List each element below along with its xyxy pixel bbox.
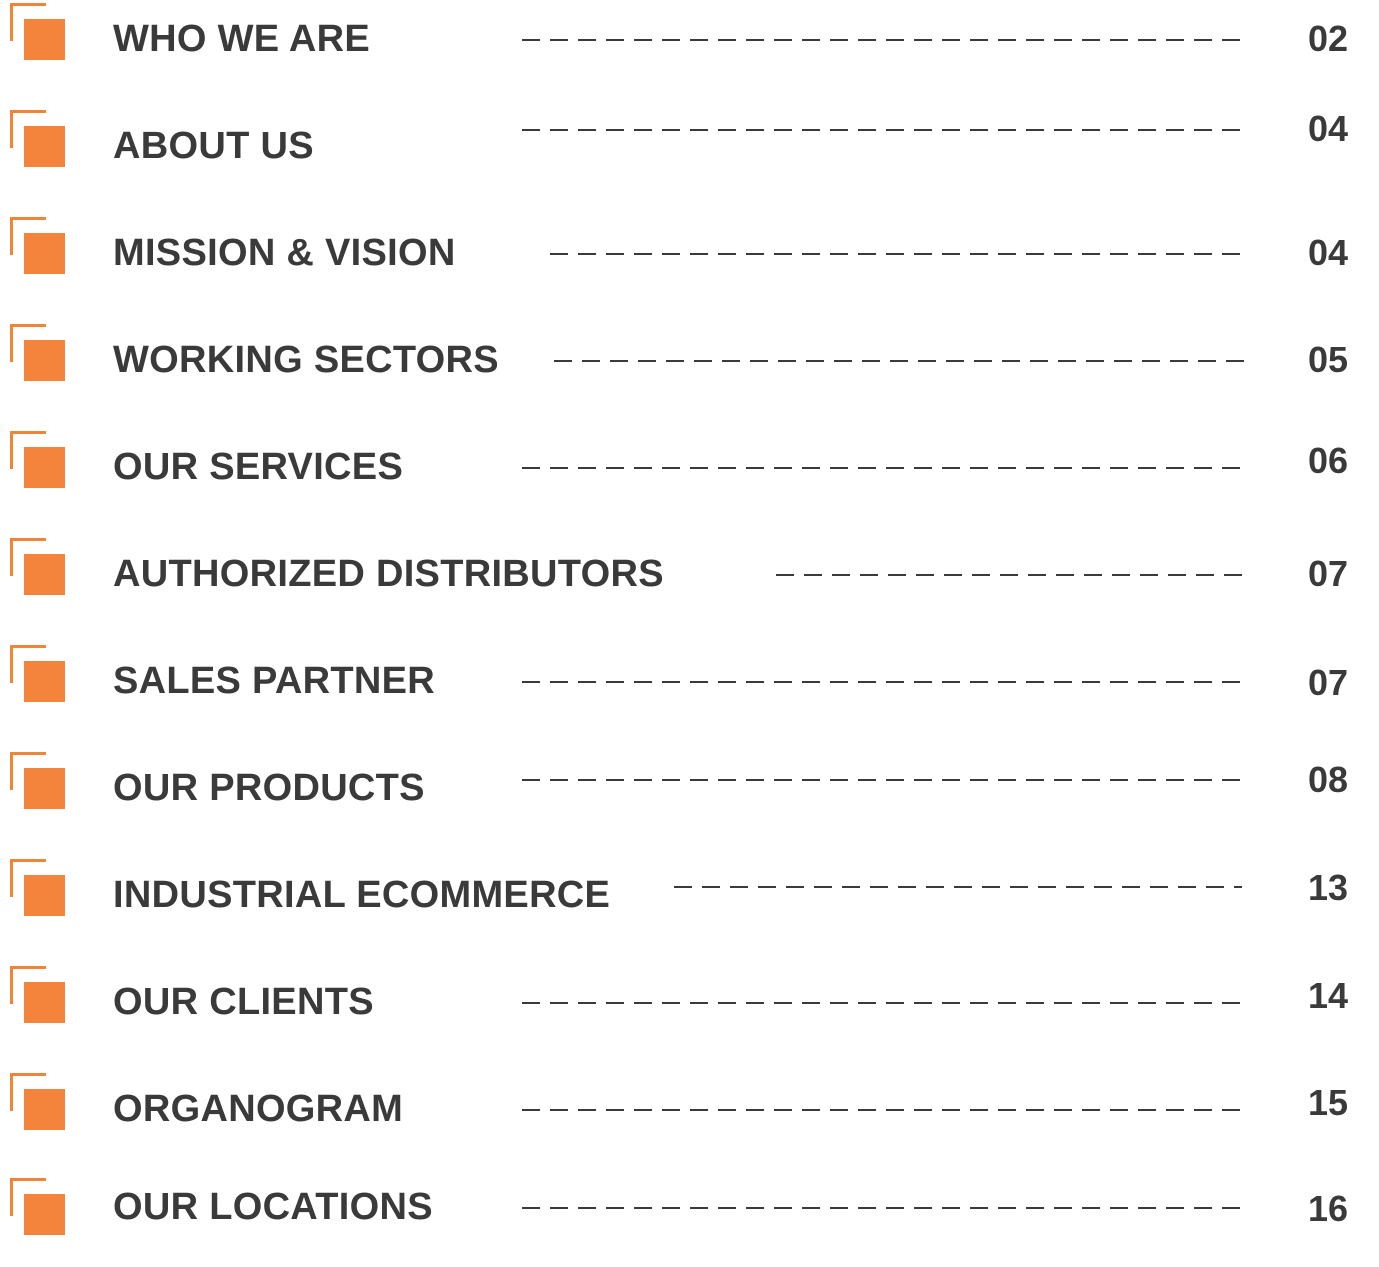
toc-item-label: INDUSTRIAL ECOMMERCE xyxy=(113,874,611,916)
orange-square-bullet-icon xyxy=(10,1178,68,1238)
toc-row-who-we-are[interactable]: WHO WE ARE 02 xyxy=(0,2,1379,109)
dotted-leader xyxy=(522,467,1246,469)
toc-item-page: 04 xyxy=(1308,232,1349,273)
toc-item-label: OUR SERVICES xyxy=(113,446,404,488)
toc-row-sales-partner[interactable]: SALES PARTNER 07 xyxy=(0,644,1379,751)
toc-row-our-locations[interactable]: OUR LOCATIONS 16 xyxy=(0,1160,1379,1267)
orange-square-bullet-icon xyxy=(10,538,68,598)
orange-square-bullet-icon xyxy=(10,966,68,1026)
orange-square-bullet-icon xyxy=(10,752,68,812)
toc-item-page: 04 xyxy=(1308,108,1349,149)
dotted-leader xyxy=(554,360,1246,362)
toc-item-label: AUTHORIZED DISTRIBUTORS xyxy=(113,553,664,595)
toc-item-label: MISSION & VISION xyxy=(113,232,456,274)
dotted-leader xyxy=(522,1002,1246,1004)
orange-square-bullet-icon xyxy=(10,110,68,170)
toc-item-page: 15 xyxy=(1308,1082,1349,1123)
toc-item-page: 13 xyxy=(1308,867,1349,908)
toc-row-our-services[interactable]: OUR SERVICES 06 xyxy=(0,430,1379,537)
dotted-leader xyxy=(776,574,1250,576)
orange-square-bullet-icon xyxy=(10,3,68,63)
orange-square-bullet-icon xyxy=(10,859,68,919)
toc-item-page: 08 xyxy=(1308,759,1349,800)
toc-item-page: 07 xyxy=(1308,662,1349,703)
toc-row-mission-vision[interactable]: MISSION & VISION 04 xyxy=(0,216,1379,323)
toc-item-label: OUR PRODUCTS xyxy=(113,767,425,809)
toc-row-our-products[interactable]: OUR PRODUCTS 08 xyxy=(0,751,1379,858)
dotted-leader xyxy=(522,1109,1246,1111)
dotted-leader xyxy=(674,886,1242,888)
toc-item-page: 07 xyxy=(1308,553,1349,594)
orange-square-bullet-icon xyxy=(10,645,68,705)
toc-item-label: OUR CLIENTS xyxy=(113,981,374,1023)
dotted-leader xyxy=(522,129,1246,131)
toc-item-page: 05 xyxy=(1308,339,1349,380)
toc-row-industrial-ecommerce[interactable]: INDUSTRIAL ECOMMERCE 13 xyxy=(0,858,1379,965)
dotted-leader xyxy=(522,1207,1246,1209)
toc-row-working-sectors[interactable]: WORKING SECTORS 05 xyxy=(0,323,1379,430)
toc-item-label: OUR LOCATIONS xyxy=(113,1186,433,1228)
orange-square-bullet-icon xyxy=(10,217,68,277)
toc-item-page: 14 xyxy=(1308,975,1349,1016)
table-of-contents: WHO WE ARE 02 ABOUT US 04 MISSION & VISI… xyxy=(0,0,1379,1235)
dotted-leader xyxy=(522,39,1246,41)
toc-item-page: 02 xyxy=(1308,18,1349,59)
toc-item-label: ABOUT US xyxy=(113,125,314,167)
toc-item-label: SALES PARTNER xyxy=(113,660,436,702)
toc-item-label: WHO WE ARE xyxy=(113,18,371,60)
toc-row-our-clients[interactable]: OUR CLIENTS 14 xyxy=(0,965,1379,1072)
dotted-leader xyxy=(522,681,1246,683)
toc-item-label: WORKING SECTORS xyxy=(113,339,499,381)
dotted-leader xyxy=(522,779,1246,781)
dotted-leader xyxy=(550,253,1246,255)
toc-row-authorized-distributors[interactable]: AUTHORIZED DISTRIBUTORS 07 xyxy=(0,537,1379,644)
orange-square-bullet-icon xyxy=(10,1073,68,1133)
toc-item-page: 06 xyxy=(1308,440,1349,481)
toc-row-about-us[interactable]: ABOUT US 04 xyxy=(0,108,1379,216)
toc-item-label: ORGANOGRAM xyxy=(113,1088,404,1130)
orange-square-bullet-icon xyxy=(10,431,68,491)
orange-square-bullet-icon xyxy=(10,324,68,384)
toc-item-page: 16 xyxy=(1308,1188,1349,1229)
